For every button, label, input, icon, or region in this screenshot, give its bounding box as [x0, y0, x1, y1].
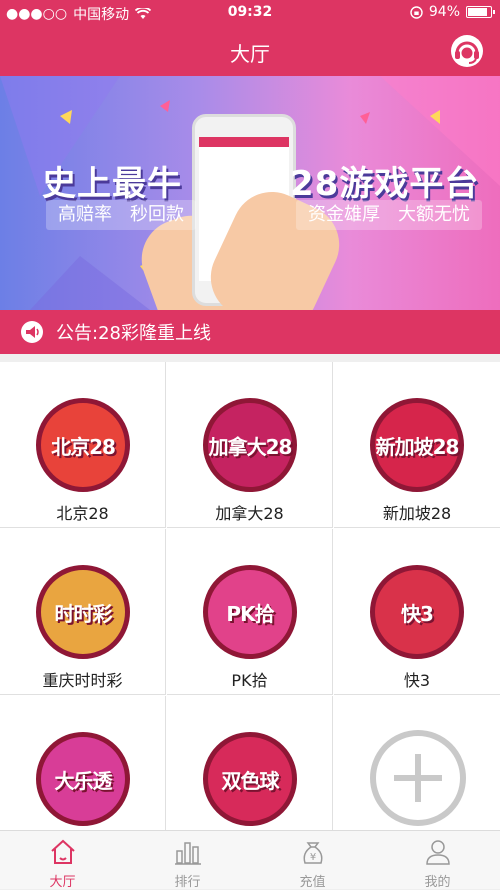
home-icon [50, 839, 75, 864]
game-label: 加拿大28 [215, 504, 284, 523]
kuai3-logo: 快3 [370, 565, 464, 659]
game-tile-pk10[interactable]: PK拾 PK拾 [167, 529, 333, 695]
game-label: 快3 [403, 671, 431, 690]
game-label: 新加坡28 [382, 504, 452, 523]
game-tile-chongqing-ssc[interactable]: 时时彩 重庆时时彩 [0, 529, 166, 695]
banner-tag-right: 资金雄厚 大额无忧 [296, 200, 482, 230]
game-label: 北京28 [56, 504, 109, 523]
game-label: 重庆时时彩 [42, 671, 123, 690]
chongqing-ssc-logo: 时时彩 [36, 565, 130, 659]
customer-service-icon[interactable] [450, 34, 484, 68]
user-icon [425, 840, 450, 865]
battery-icon [466, 6, 495, 18]
tab-label: 大厅 [49, 875, 76, 890]
tab-lobby[interactable]: 大厅 [0, 831, 125, 890]
banner-headline-left: 史上最牛 [42, 164, 182, 204]
announcement-bar[interactable]: 公告:28彩隆重上线 [0, 310, 500, 354]
tab-recharge[interactable]: ¥ 充值 [250, 831, 375, 890]
game-tile-beijing28[interactable]: 北京28 北京28 [0, 362, 166, 528]
game-grid: 北京28 北京28 加拿大28 加拿大28 新加坡28 新加坡28 时时彩 重庆… [0, 362, 500, 862]
super-lotto-logo: 大乐透 [36, 732, 130, 826]
plus-icon [370, 730, 466, 826]
tab-label: 我的 [424, 875, 451, 890]
svg-text:¥: ¥ [309, 852, 315, 863]
game-label: PK拾 [231, 671, 268, 690]
nav-bar: 大厅 [0, 26, 500, 76]
tab-bar: 大厅 排行 ¥ 充值 我的 [0, 830, 500, 890]
pk10-logo: PK拾 [203, 565, 297, 659]
beijing28-logo: 北京28 [36, 398, 130, 492]
game-tile-canada28[interactable]: 加拿大28 加拿大28 [167, 362, 333, 528]
banner-tag-left: 高赔率 秒回款 [46, 200, 196, 230]
status-bar: ●●●○○ 中国移动 09:32 94% [0, 0, 500, 26]
bar-chart-icon [174, 842, 201, 865]
announcement-text: 公告:28彩隆重上线 [56, 323, 211, 344]
tab-label: 排行 [174, 875, 201, 890]
union-lotto-logo: 双色球 [203, 732, 297, 826]
battery-fill [468, 8, 487, 16]
game-tile-kuai3[interactable]: 快3 快3 [334, 529, 500, 695]
megaphone-icon [21, 321, 43, 343]
game-tile-singapore28[interactable]: 新加坡28 新加坡28 [334, 362, 500, 528]
tab-label: 充值 [299, 875, 326, 890]
money-bag-icon: ¥ [303, 842, 322, 864]
page-title: 大厅 [230, 42, 270, 66]
promo-banner[interactable]: 史上最牛 28游戏平台 高赔率 秒回款 资金雄厚 大额无忧 [0, 76, 500, 310]
canada28-logo: 加拿大28 [203, 398, 297, 492]
tab-ranking[interactable]: 排行 [125, 831, 250, 890]
singapore28-logo: 新加坡28 [370, 398, 464, 492]
orientation-lock-icon [410, 5, 423, 19]
status-right: 94% [410, 4, 495, 20]
banner-headline-right: 28游戏平台 [290, 164, 480, 204]
battery-percent: 94% [428, 4, 460, 20]
tab-profile[interactable]: 我的 [375, 831, 500, 890]
